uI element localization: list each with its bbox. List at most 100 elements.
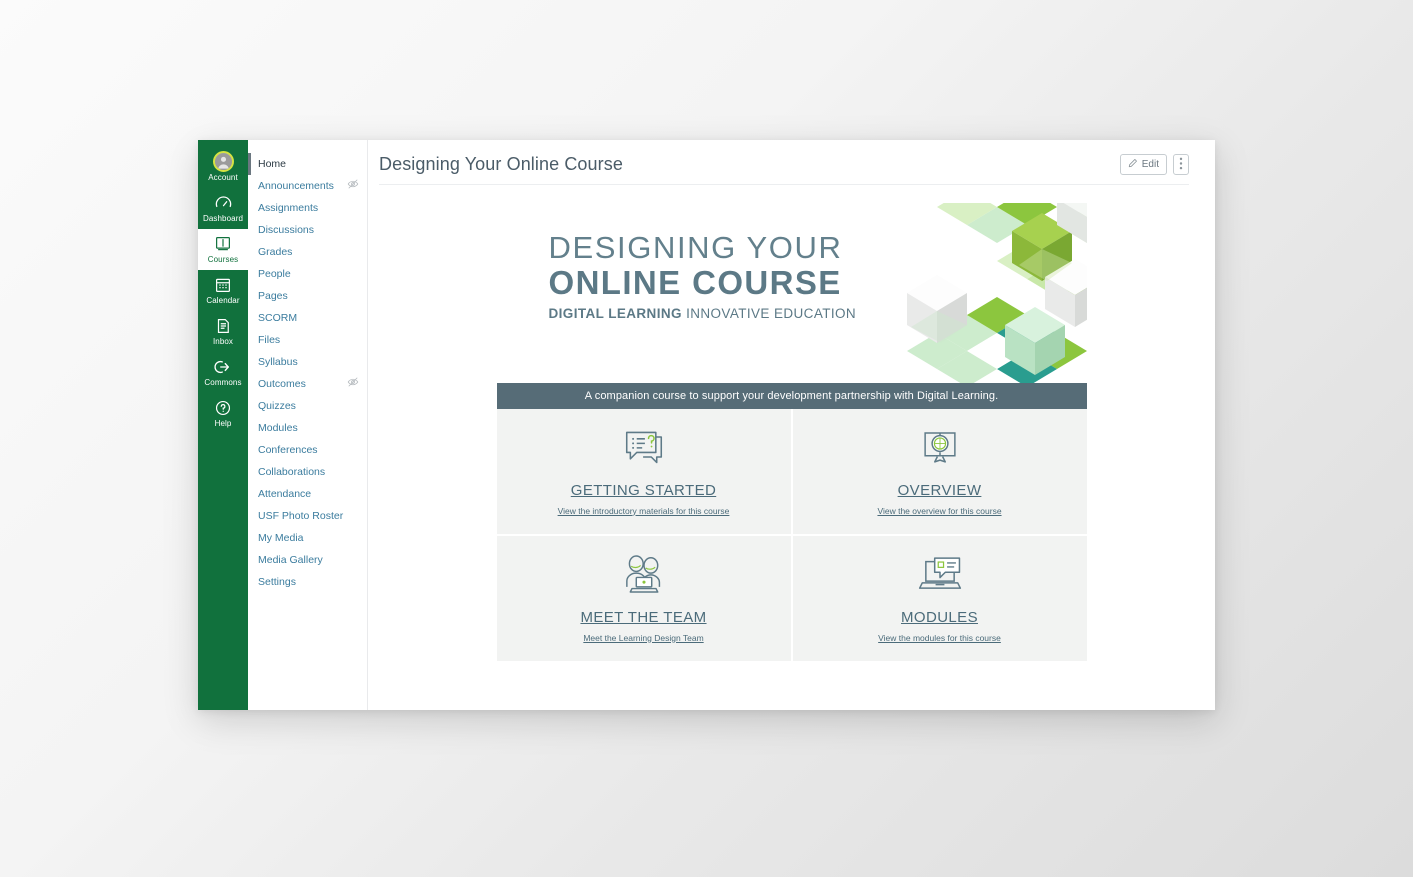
course-home-body: DESIGNING YOUR ONLINE COURSE DIGITAL LEA… <box>368 185 1215 710</box>
tile-grid: GETTING STARTED View the introductory ma… <box>496 409 1087 661</box>
course-nav-label: Conferences <box>258 444 318 456</box>
course-nav-label: Files <box>258 334 281 346</box>
courses-book-icon <box>214 234 232 253</box>
help-question-icon <box>214 398 232 417</box>
page-title: Designing Your Online Course <box>379 154 623 174</box>
header-actions: Edit <box>1119 154 1189 175</box>
banner-subtitle-bar: A companion course to support your devel… <box>496 383 1087 409</box>
tile-meet-the-team[interactable]: MEET THE TEAM Meet the Learning Design T… <box>496 536 791 661</box>
banner-line-1: DESIGNING YOUR <box>548 230 843 265</box>
course-nav-label: Discussions <box>258 224 315 236</box>
page-header: Designing Your Online Course Edit <box>368 140 1215 175</box>
tile-subtitle[interactable]: Meet the Learning Design Team <box>583 633 703 643</box>
tile-title[interactable]: OVERVIEW <box>898 482 982 499</box>
course-nav-label: Assignments <box>258 202 319 214</box>
course-nav-label: Settings <box>258 576 296 588</box>
edit-button[interactable]: Edit <box>1119 154 1167 175</box>
eye-off-icon <box>347 376 359 392</box>
course-nav-item-quizzes[interactable]: Quizzes <box>248 395 367 417</box>
course-nav-item-files[interactable]: Files <box>248 329 367 351</box>
tile-subtitle[interactable]: View the introductory materials for this… <box>558 506 730 516</box>
eye-off-icon <box>347 178 359 194</box>
course-nav-item-settings[interactable]: Settings <box>248 571 367 593</box>
course-banner: DESIGNING YOUR ONLINE COURSE DIGITAL LEA… <box>496 203 1087 383</box>
course-nav-label: Collaborations <box>258 466 326 478</box>
course-nav-item-grades[interactable]: Grades <box>248 241 367 263</box>
course-nav-item-announcements[interactable]: Announcements <box>248 175 367 197</box>
tile-title[interactable]: GETTING STARTED <box>571 482 716 499</box>
course-nav-item-discussions[interactable]: Discussions <box>248 219 367 241</box>
global-nav-item-calendar[interactable]: Calendar <box>198 270 248 311</box>
speech-bubble-question-icon <box>622 424 666 470</box>
course-nav-item-outcomes[interactable]: Outcomes <box>248 373 367 395</box>
tile-modules[interactable]: MODULES View the modules for this course <box>792 536 1087 661</box>
course-nav-item-assignments[interactable]: Assignments <box>248 197 367 219</box>
course-nav-item-my-media[interactable]: My Media <box>248 527 367 549</box>
global-nav-item-dashboard[interactable]: Dashboard <box>198 188 248 229</box>
course-nav-label: SCORM <box>258 312 298 324</box>
course-nav-item-people[interactable]: People <box>248 263 367 285</box>
edit-button-label: Edit <box>1141 159 1159 170</box>
banner-line-2: ONLINE COURSE <box>548 264 842 301</box>
global-nav-item-courses[interactable]: Courses <box>198 229 248 270</box>
user-avatar-icon <box>212 151 234 172</box>
global-nav-label: Account <box>208 173 238 182</box>
course-nav-item-collaborations[interactable]: Collaborations <box>248 461 367 483</box>
banner-line-3-bold: DIGITAL LEARNING <box>548 306 682 321</box>
course-nav-label: People <box>258 268 291 280</box>
two-people-laptop-icon <box>620 551 668 597</box>
calendar-icon <box>214 275 232 294</box>
banner-text: DESIGNING YOUR ONLINE COURSE DIGITAL LEA… <box>548 230 857 322</box>
course-nav-label: Outcomes <box>258 378 306 390</box>
course-nav-item-pages[interactable]: Pages <box>248 285 367 307</box>
pencil-icon <box>1128 158 1138 171</box>
course-nav-label: Media Gallery <box>258 554 323 566</box>
course-nav-item-conferences[interactable]: Conferences <box>248 439 367 461</box>
banner-line-3: DIGITAL LEARNING INNOVATIVE EDUCATION <box>549 306 857 321</box>
course-nav-label: Quizzes <box>258 400 296 412</box>
browser-window: Account Dashboard Courses Calendar Inbox… <box>198 140 1215 710</box>
course-nav-item-attendance[interactable]: Attendance <box>248 483 367 505</box>
global-nav-label: Help <box>214 419 232 428</box>
global-nav-label: Courses <box>207 255 239 264</box>
global-nav-item-inbox[interactable]: Inbox <box>198 311 248 352</box>
tile-title[interactable]: MEET THE TEAM <box>580 609 706 626</box>
course-nav-label: Home <box>258 158 287 170</box>
global-nav-label: Calendar <box>206 296 240 305</box>
more-options-button[interactable] <box>1173 154 1189 175</box>
global-nav-item-help[interactable]: Help <box>198 393 248 434</box>
global-nav-label: Dashboard <box>202 214 244 223</box>
commons-arrow-icon <box>214 357 232 376</box>
course-nav-label: My Media <box>258 532 304 544</box>
globe-badge-icon <box>919 424 961 470</box>
course-nav-label: Announcements <box>258 180 334 192</box>
global-nav-item-commons[interactable]: Commons <box>198 352 248 393</box>
laptop-speech-bubble-icon <box>917 551 963 597</box>
course-nav-label: Pages <box>258 290 288 302</box>
main-content: Designing Your Online Course Edit DESIGN… <box>368 140 1215 710</box>
global-nav-item-account[interactable]: Account <box>198 147 248 188</box>
course-nav-label: Modules <box>258 422 298 434</box>
course-nav-item-home[interactable]: Home <box>248 153 367 175</box>
course-nav-label: Grades <box>258 246 293 258</box>
avatar-silhouette-icon <box>214 153 232 170</box>
global-nav-label: Commons <box>204 378 242 387</box>
tile-subtitle[interactable]: View the modules for this course <box>878 633 1001 643</box>
course-nav-item-modules[interactable]: Modules <box>248 417 367 439</box>
course-nav-label: USF Photo Roster <box>258 510 344 522</box>
dashboard-icon <box>214 193 233 212</box>
course-nav-label: Attendance <box>258 488 312 500</box>
global-nav-label: Inbox <box>212 337 234 346</box>
banner-line-3-light: INNOVATIVE EDUCATION <box>686 306 857 321</box>
tile-subtitle[interactable]: View the overview for this course <box>877 506 1001 516</box>
course-nav-item-syllabus[interactable]: Syllabus <box>248 351 367 373</box>
isometric-cubes-graphic <box>896 203 1087 383</box>
course-nav-label: Syllabus <box>258 356 298 368</box>
tile-getting-started[interactable]: GETTING STARTED View the introductory ma… <box>496 409 791 534</box>
tile-overview[interactable]: OVERVIEW View the overview for this cour… <box>792 409 1087 534</box>
course-nav-item-media-gallery[interactable]: Media Gallery <box>248 549 367 571</box>
kebab-menu-icon <box>1179 157 1183 173</box>
tile-title[interactable]: MODULES <box>901 609 978 626</box>
course-nav-item-usf-photo-roster[interactable]: USF Photo Roster <box>248 505 367 527</box>
course-nav-item-scorm[interactable]: SCORM <box>248 307 367 329</box>
